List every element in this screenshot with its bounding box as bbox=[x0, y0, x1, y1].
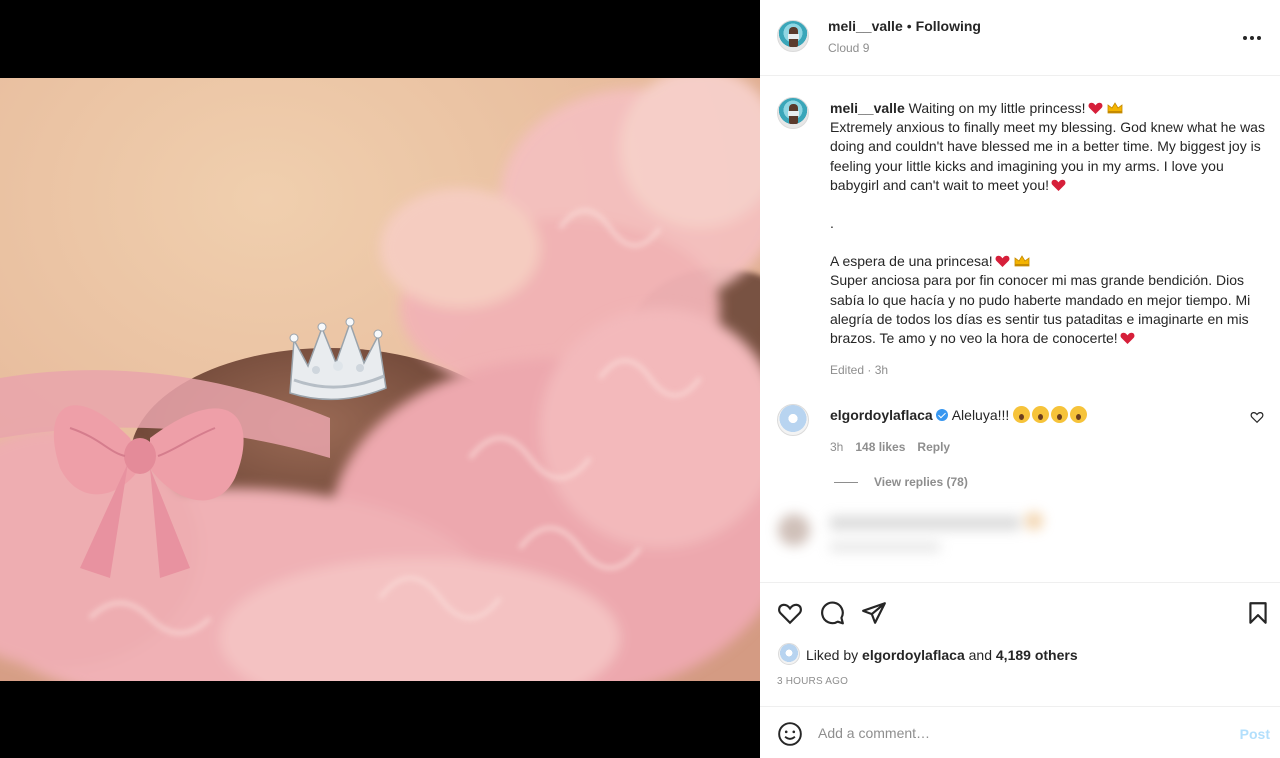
comment-username[interactable]: elgordoylaflaca bbox=[830, 407, 933, 423]
scream-emoji bbox=[1032, 406, 1050, 423]
liker-username[interactable]: elgordoylaflaca bbox=[862, 647, 965, 663]
heart-icon[interactable] bbox=[776, 599, 804, 627]
post-button[interactable]: Post bbox=[1240, 726, 1270, 742]
more-icon[interactable] bbox=[1240, 26, 1264, 50]
comment-text: elgordoylaflaca Aleluya!!! bbox=[830, 403, 1089, 423]
red-heart-emoji bbox=[1051, 179, 1066, 191]
comment-time: 3h bbox=[830, 440, 844, 454]
red-heart-emoji bbox=[1120, 332, 1135, 345]
author-avatar[interactable] bbox=[777, 20, 809, 52]
likes-prefix: Liked by bbox=[806, 647, 859, 663]
crown-emoji bbox=[1014, 255, 1030, 267]
blurred-comment bbox=[770, 502, 1270, 572]
caption-separator-dot: . bbox=[830, 215, 834, 232]
likes-others[interactable]: 4,189 others bbox=[996, 647, 1078, 663]
author-username[interactable]: meli__valle bbox=[828, 18, 903, 34]
caption-title-en: Waiting on my little princess! bbox=[908, 100, 1086, 116]
caption-meta: Edited · 3h bbox=[830, 363, 889, 377]
red-heart-emoji bbox=[1088, 102, 1102, 114]
comment-body: Aleluya!!! bbox=[951, 407, 1010, 423]
post-header: meli__valle • Following Cloud 9 bbox=[760, 0, 1280, 76]
smile-icon[interactable] bbox=[777, 721, 803, 747]
likes-and: and bbox=[968, 647, 992, 663]
comment-like-heart-icon[interactable] bbox=[1250, 410, 1264, 424]
reply-button[interactable]: Reply bbox=[917, 440, 950, 454]
caption-body-en: Extremely anxious to finally meet my ble… bbox=[830, 119, 1265, 193]
comments-area[interactable]: meli__valle Waiting on my little princes… bbox=[760, 77, 1280, 582]
caption-body-es: Super anciosa para por fin conocer mi ma… bbox=[830, 272, 1251, 347]
caption-username[interactable]: meli__valle bbox=[830, 100, 905, 116]
post-location[interactable]: Cloud 9 bbox=[828, 41, 869, 55]
caption-avatar[interactable] bbox=[777, 97, 809, 129]
share-icon[interactable] bbox=[860, 599, 888, 627]
caption-title-es: A espera de una princesa! bbox=[830, 253, 993, 270]
action-bar: Liked by elgordoylaflaca and 4,189 other… bbox=[760, 582, 1280, 687]
header-separator: • bbox=[906, 18, 912, 34]
add-comment-bar: Post bbox=[760, 706, 1280, 758]
liker-avatar[interactable] bbox=[778, 643, 800, 665]
comment-likes[interactable]: 148 likes bbox=[855, 440, 905, 454]
post-side-panel: meli__valle • Following Cloud 9 meli__vall… bbox=[760, 0, 1280, 758]
crown-emoji bbox=[1107, 102, 1122, 114]
scream-emoji bbox=[1051, 406, 1069, 423]
bookmark-icon[interactable] bbox=[1244, 599, 1272, 627]
comment-avatar[interactable] bbox=[777, 404, 809, 436]
verified-icon bbox=[935, 409, 948, 421]
scream-emoji bbox=[1013, 406, 1031, 423]
view-replies-label: View replies (78) bbox=[874, 475, 968, 489]
post-photo[interactable] bbox=[0, 78, 760, 681]
add-comment-input[interactable] bbox=[818, 721, 1218, 745]
post-timestamp[interactable]: 3 HOURS AGO bbox=[777, 676, 848, 687]
photo-illustration bbox=[0, 78, 760, 681]
header-line: meli__valle • Following bbox=[828, 18, 981, 34]
comment-meta: 3h 148 likes Reply bbox=[830, 440, 962, 454]
caption-text: meli__valle Waiting on my little princes… bbox=[830, 99, 1270, 348]
red-heart-emoji bbox=[995, 255, 1010, 268]
likes-summary: Liked by elgordoylaflaca and 4,189 other… bbox=[806, 647, 1078, 663]
post-media-area bbox=[0, 0, 760, 758]
scream-emoji bbox=[1070, 406, 1088, 423]
view-replies-button[interactable]: View replies (78) bbox=[834, 475, 968, 489]
comment-icon[interactable] bbox=[818, 599, 846, 627]
following-button[interactable]: Following bbox=[916, 18, 981, 34]
